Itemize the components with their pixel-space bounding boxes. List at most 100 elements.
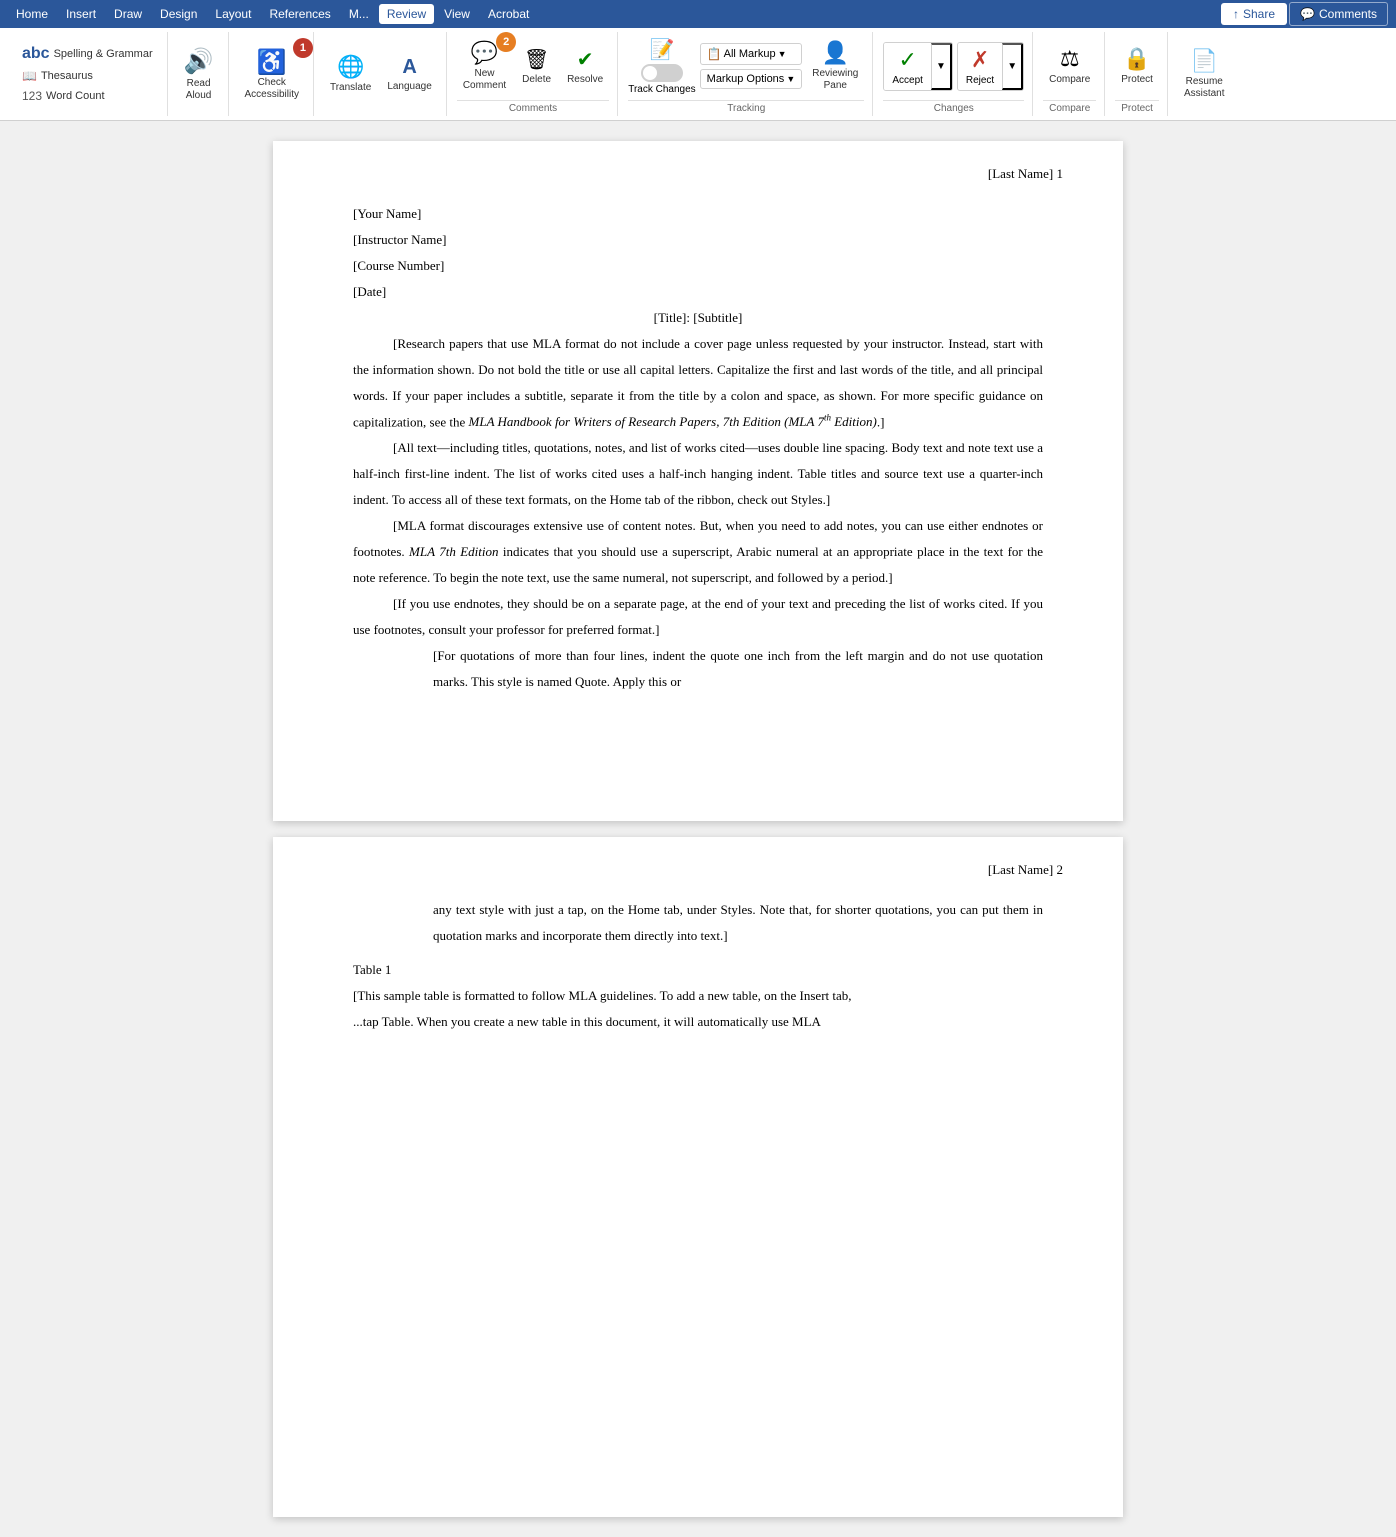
thesaurus-button[interactable]: 📖 Thesaurus	[16, 67, 159, 85]
doc-title: [Title]: [Subtitle]	[353, 305, 1043, 331]
delete-icon: 🗑	[524, 47, 549, 72]
ribbon-group-proofing: abc Spelling & Grammar 📖 Thesaurus 123 W…	[8, 32, 168, 116]
accept-dropdown[interactable]: ▼	[931, 43, 952, 90]
ribbon-group-resume: 📄 Resume Assistant	[1170, 32, 1239, 116]
reviewing-pane-button[interactable]: 👤 Reviewing Pane	[806, 36, 864, 96]
compare-button[interactable]: ⚖ Compare	[1043, 42, 1096, 90]
resume-assistant-button[interactable]: 📄 Resume Assistant	[1178, 44, 1231, 104]
resume-icon: 📄	[1191, 48, 1218, 74]
comments-group-label: Comments	[457, 100, 609, 116]
page-1-header: [Last Name] 1	[988, 161, 1063, 187]
doc-para-1: [Research papers that use MLA format do …	[353, 331, 1043, 435]
share-button[interactable]: ↑ Share	[1221, 3, 1287, 25]
check-accessibility-button[interactable]: ♿ Check Accessibility 1	[239, 44, 305, 105]
markup-controls: 📋 All Markup ▼ Markup Options ▼	[700, 43, 803, 89]
share-icon: ↑	[1233, 7, 1239, 21]
menu-view[interactable]: View	[436, 4, 478, 24]
ribbon-group-tracking: 📝 Track Changes 📋 All Markup ▼ Markup Op…	[620, 32, 873, 116]
word-count-icon: 123	[22, 89, 42, 103]
doc-your-name: [Your Name]	[353, 201, 1043, 227]
ribbon-group-compare: ⚖ Compare Compare	[1035, 32, 1105, 116]
thesaurus-icon: 📖	[22, 69, 37, 83]
reject-dropdown[interactable]: ▼	[1002, 43, 1023, 90]
new-comment-button[interactable]: 💬 2 New Comment	[457, 36, 512, 96]
doc-table-label: Table 1	[353, 957, 1043, 983]
ribbon-group-protect: 🔒 Protect Protect	[1107, 32, 1168, 116]
menu-references[interactable]: References	[261, 4, 338, 24]
track-changes-toggle[interactable]	[641, 64, 683, 82]
word-count-button[interactable]: 123 Word Count	[16, 87, 159, 105]
new-comment-icon: 💬	[471, 40, 498, 66]
doc-block-quote-cont: any text style with just a tap, on the H…	[433, 897, 1043, 949]
language-icon: A	[402, 56, 416, 79]
page-1: [Last Name] 1 [Your Name] [Instructor Na…	[273, 141, 1123, 821]
reject-split-button: ✗ Reject ▼	[957, 42, 1024, 91]
menu-draw[interactable]: Draw	[106, 4, 150, 24]
markup-options-dropdown[interactable]: Markup Options ▼	[700, 69, 803, 89]
all-markup-dropdown[interactable]: 📋 All Markup ▼	[700, 43, 803, 65]
protect-group-label: Protect	[1115, 100, 1159, 116]
compare-icon: ⚖	[1060, 46, 1080, 72]
doc-para-4: [If you use endnotes, they should be on …	[353, 591, 1043, 643]
menu-mailings[interactable]: M...	[341, 4, 377, 24]
doc-para-2: [All text—including titles, quotations, …	[353, 435, 1043, 513]
ribbon-group-language: 🌐 Translate A Language	[316, 32, 447, 116]
page-2-header: [Last Name] 2	[988, 857, 1063, 883]
language-button[interactable]: A Language	[381, 52, 438, 97]
page-2: [Last Name] 2 any text style with just a…	[273, 837, 1123, 1517]
track-changes-label: Track Changes	[628, 84, 695, 95]
ribbon-group-accessibility: ♿ Check Accessibility 1	[231, 32, 314, 116]
delete-comment-button[interactable]: 🗑 Delete	[516, 43, 557, 90]
ribbon-group-comments: 💬 2 New Comment 🗑 Delete ✔ Resolve Comme…	[449, 32, 618, 116]
doc-table-desc-1: [This sample table is formatted to follo…	[353, 983, 1043, 1009]
read-aloud-button[interactable]: 🔊 Read Aloud	[178, 43, 220, 106]
reject-icon: ✗	[971, 47, 989, 73]
protect-button[interactable]: 🔒 Protect	[1115, 42, 1159, 90]
tracking-group-label: Tracking	[628, 100, 864, 116]
menu-acrobat[interactable]: Acrobat	[480, 4, 537, 24]
markup-icon: 📋	[707, 47, 722, 61]
protect-icon: 🔒	[1123, 46, 1150, 72]
read-aloud-icon: 🔊	[184, 47, 214, 76]
menu-review[interactable]: Review	[379, 4, 434, 24]
ribbon: abc Spelling & Grammar 📖 Thesaurus 123 W…	[0, 28, 1396, 121]
reviewing-icon: 👤	[822, 40, 849, 66]
accessibility-icon: ♿	[257, 48, 287, 77]
track-changes-icon: 📝	[649, 37, 674, 62]
resolve-comment-button[interactable]: ✔ Resolve	[561, 43, 609, 90]
menu-home[interactable]: Home	[8, 4, 56, 24]
doc-date: [Date]	[353, 279, 1043, 305]
spelling-grammar-button[interactable]: abc Spelling & Grammar	[16, 43, 159, 65]
accept-icon: ✓	[898, 47, 916, 73]
doc-course-number: [Course Number]	[353, 253, 1043, 279]
compare-group-label: Compare	[1043, 100, 1096, 116]
reject-button[interactable]: ✗ Reject	[958, 43, 1002, 90]
comments-icon: 💬	[1300, 7, 1315, 21]
markup-options-arrow: ▼	[786, 74, 795, 84]
document-area: [Last Name] 1 [Your Name] [Instructor Na…	[0, 121, 1396, 1537]
resolve-icon: ✔	[577, 47, 594, 72]
ribbon-group-speech: 🔊 Read Aloud	[170, 32, 229, 116]
accept-button[interactable]: ✓ Accept	[884, 43, 931, 90]
proofing-items: abc Spelling & Grammar 📖 Thesaurus 123 W…	[16, 43, 159, 105]
doc-table-desc-2: ...tap Table. When you create a new tabl…	[353, 1009, 1043, 1035]
ribbon-group-changes: ✓ Accept ▼ ✗ Reject ▼ Changes	[875, 32, 1033, 116]
translate-button[interactable]: 🌐 Translate	[324, 50, 377, 98]
track-changes-section: 📝 Track Changes	[628, 37, 695, 95]
menu-insert[interactable]: Insert	[58, 4, 104, 24]
badge-1: 1	[293, 38, 313, 58]
doc-instructor-name: [Instructor Name]	[353, 227, 1043, 253]
doc-para-3: [MLA format discourages extensive use of…	[353, 513, 1043, 591]
all-markup-arrow: ▼	[778, 49, 787, 59]
comments-button[interactable]: 💬 Comments	[1289, 2, 1388, 26]
badge-2: 2	[496, 32, 516, 52]
changes-group-label: Changes	[883, 100, 1024, 116]
doc-block-quote-1: [For quotations of more than four lines,…	[433, 643, 1043, 695]
translate-icon: 🌐	[337, 54, 364, 80]
menu-design[interactable]: Design	[152, 4, 205, 24]
spelling-icon: abc	[22, 45, 50, 63]
accept-split-button: ✓ Accept ▼	[883, 42, 952, 91]
menu-bar: Home Insert Draw Design Layout Reference…	[0, 0, 1396, 28]
toggle-knob	[643, 66, 657, 80]
menu-layout[interactable]: Layout	[207, 4, 259, 24]
